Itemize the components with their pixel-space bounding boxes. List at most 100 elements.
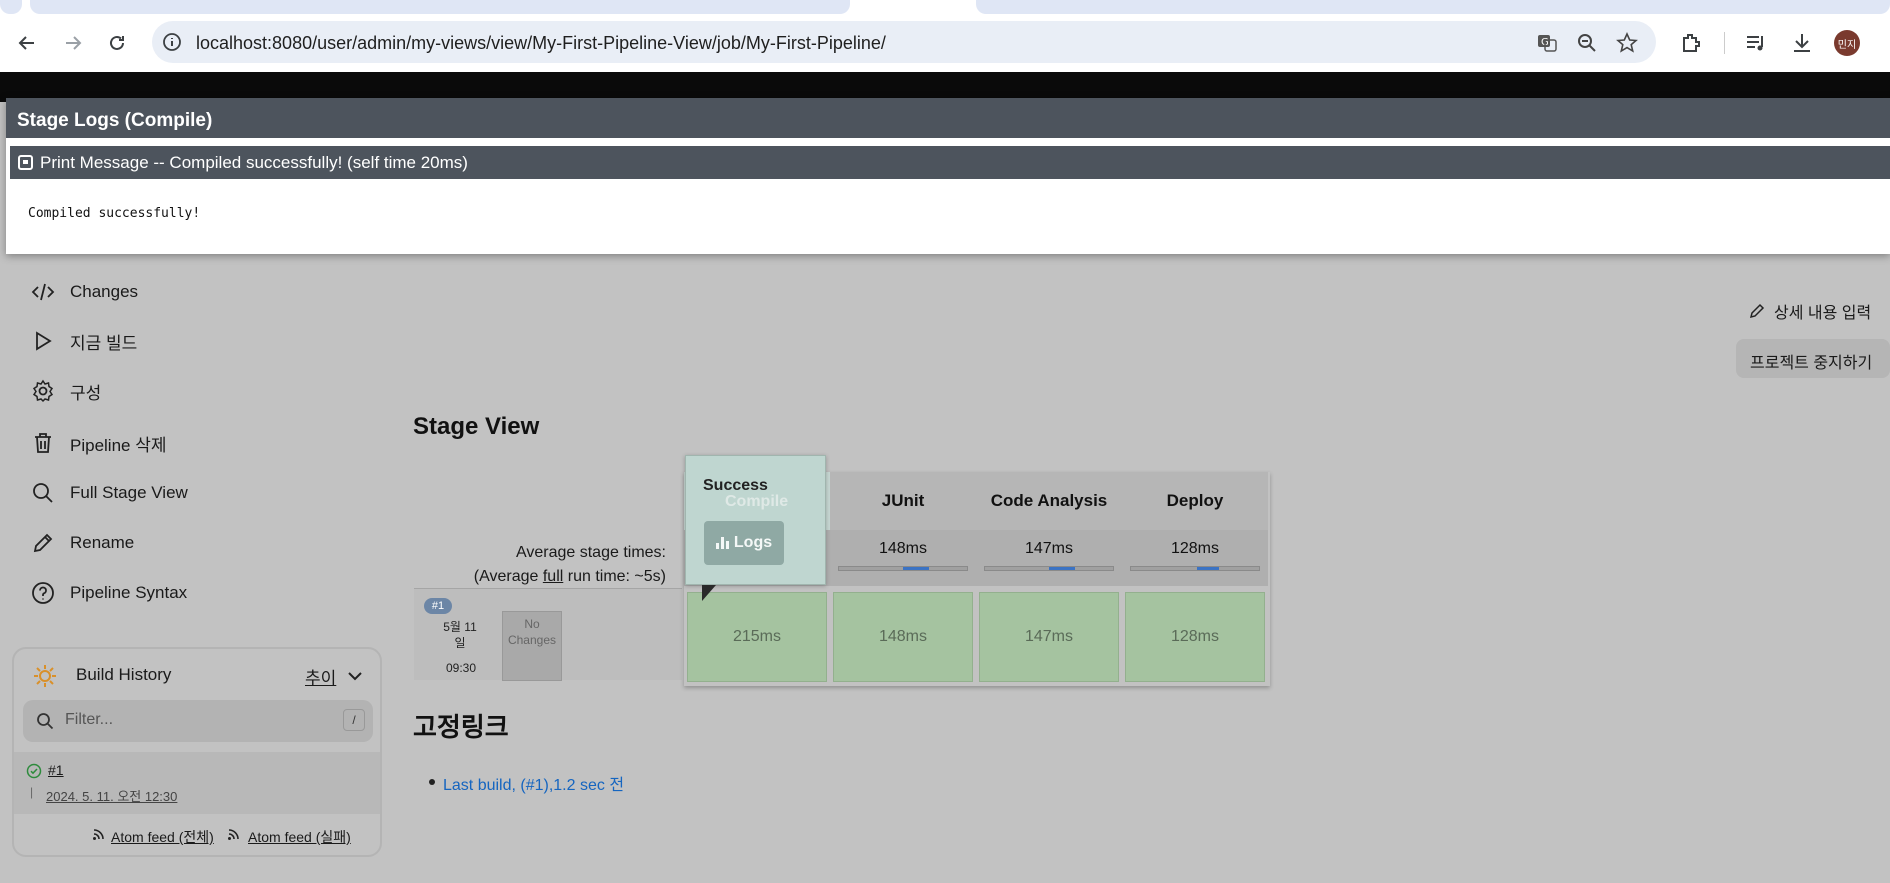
filter-shortcut: / — [343, 709, 365, 731]
stage-header: JUnit — [830, 472, 976, 530]
stage-average: 148ms — [830, 530, 976, 586]
average-stage-times: Average stage times: (Average full run t… — [474, 541, 666, 589]
sidebar-item-label: Rename — [70, 533, 135, 552]
filter-placeholder: Filter... — [65, 711, 114, 728]
full-run-link[interactable]: full — [543, 568, 563, 585]
reload-icon[interactable] — [102, 28, 132, 58]
chevron-down-icon[interactable] — [347, 669, 363, 683]
trend-link[interactable]: 추이 — [305, 664, 336, 689]
browser-tab[interactable] — [30, 0, 850, 14]
stage-avg-bar-fill — [1049, 567, 1075, 570]
edit-description-link[interactable]: 상세 내용 입력 — [1748, 299, 1871, 323]
stage-view-heading: Stage View — [413, 413, 540, 440]
sidebar-item-label: 지금 빌드 — [70, 333, 138, 353]
stage-average-value: 148ms — [878, 540, 928, 557]
stage-avg-bar — [984, 566, 1114, 571]
collapse-icon[interactable] — [18, 155, 33, 170]
browser-toolbar: localhost:8080/user/admin/my-views/view/… — [0, 14, 1890, 72]
stage-popover: Compile Success Logs — [685, 455, 826, 601]
build-history-panel: Build History 추이 Filter... / #1 | 2024. … — [12, 647, 382, 857]
profile-avatar[interactable]: 민지 — [1834, 30, 1860, 56]
avg-line-2-suffix: run time: ~5s) — [563, 568, 666, 585]
bookmark-star-icon[interactable] — [1616, 32, 1638, 54]
build-number-link[interactable]: #1 — [48, 762, 64, 778]
sidebar-item-changes[interactable]: Changes — [30, 277, 138, 307]
code-icon — [30, 279, 56, 305]
build-badge[interactable]: #1 — [424, 598, 452, 614]
browser-tab[interactable] — [976, 0, 1890, 14]
success-check-icon — [26, 763, 42, 779]
sidebar-item-build-now[interactable]: 지금 빌드 — [30, 326, 137, 356]
stage-column-junit: JUnit 148ms 148ms — [830, 472, 976, 686]
sidebar-item-configure[interactable]: 구성 — [30, 376, 101, 406]
build-history-title: Build History — [76, 665, 172, 684]
stage-header: Code Analysis — [976, 472, 1122, 530]
stage-logs-modal: Stage Logs (Compile) Print Message -- Co… — [6, 98, 1890, 254]
download-icon[interactable] — [1790, 31, 1814, 55]
gear-icon — [30, 378, 56, 404]
browser-tab[interactable] — [0, 0, 22, 14]
trash-icon — [30, 430, 56, 456]
stage-cell[interactable]: 128ms — [1125, 592, 1265, 682]
no-changes-cell: No Changes — [502, 611, 562, 681]
stage-avg-bar-fill — [1196, 567, 1219, 570]
translate-icon[interactable]: G — [1536, 32, 1558, 54]
log-output: Compiled successfully! — [28, 206, 201, 221]
rss-icon — [228, 829, 239, 840]
sidebar-item-full-stage-view[interactable]: Full Stage View — [30, 478, 188, 508]
stage-average: 128ms — [1122, 530, 1268, 586]
permalinks-heading: 고정링크 — [413, 712, 509, 742]
sidebar-item-rename[interactable]: Rename — [30, 528, 134, 558]
stage-column-code-analysis: Code Analysis 147ms 147ms — [976, 472, 1122, 686]
avg-line-2: (Average full run time: ~5s) — [474, 565, 666, 589]
build-history-row[interactable]: #1 | 2024. 5. 11. 오전 12:30 — [14, 752, 380, 814]
sidebar-item-label: Pipeline Syntax — [70, 583, 188, 602]
play-icon — [30, 328, 56, 354]
build-date-link[interactable]: 2024. 5. 11. 오전 12:30 — [46, 786, 177, 805]
media-control-icon[interactable] — [1744, 31, 1768, 55]
sidebar-item-delete-pipeline[interactable]: Pipeline 삭제 — [30, 428, 167, 458]
help-icon — [30, 580, 56, 606]
tab-strip — [0, 0, 1890, 14]
edit-description-label: 상세 내용 입력 — [1774, 305, 1872, 322]
permalink-last-build[interactable]: Last build, (#1),1.2 sec 전 — [428, 771, 624, 795]
modal-title: Stage Logs (Compile) — [6, 98, 1890, 142]
address-bar[interactable]: localhost:8080/user/admin/my-views/view/… — [152, 21, 1656, 63]
sidebar-item-label: Changes — [70, 282, 139, 301]
sidebar-item-label: Full Stage View — [70, 483, 188, 502]
zoom-icon[interactable] — [1576, 32, 1598, 54]
row-divider: | — [30, 785, 34, 799]
site-info-icon[interactable] — [162, 32, 182, 52]
build-filter-input[interactable]: Filter... / — [23, 700, 373, 742]
stage-cell[interactable]: 147ms — [979, 592, 1119, 682]
log-step-header[interactable]: Print Message -- Compiled successfully! … — [10, 146, 1890, 179]
toolbar-divider — [1724, 32, 1725, 54]
pencil-icon — [1749, 303, 1765, 319]
stage-avg-bar — [838, 566, 968, 571]
avg-line-2-prefix: (Average — [473, 568, 543, 585]
log-step-label: Print Message -- Compiled successfully! … — [40, 152, 468, 172]
sidebar-item-pipeline-syntax[interactable]: Pipeline Syntax — [30, 578, 187, 608]
pencil-icon — [30, 530, 56, 556]
back-icon[interactable] — [12, 28, 42, 58]
build-row[interactable]: #1 5월 11 일 09:30 No Changes — [414, 588, 682, 681]
forward-icon[interactable] — [58, 28, 88, 58]
popover-stage-name: Compile — [725, 493, 789, 510]
sidebar-item-label: 구성 — [70, 383, 102, 403]
stage-cell[interactable]: 215ms — [687, 592, 827, 682]
search-icon — [37, 713, 54, 730]
disable-project-button[interactable]: 프로젝트 중지하기 — [1736, 339, 1890, 378]
extensions-icon[interactable] — [1679, 31, 1703, 55]
logs-button[interactable]: Logs — [704, 521, 784, 565]
popover-status: Success — [703, 477, 768, 494]
stage-avg-bar-fill — [903, 567, 929, 570]
stage-cell[interactable]: 148ms — [833, 592, 973, 682]
popover-pointer — [702, 585, 716, 601]
stage-avg-bar — [1130, 566, 1260, 571]
logs-button-label: Logs — [733, 534, 773, 551]
atom-feed-all-link[interactable]: Atom feed (전체) — [111, 827, 214, 847]
rss-icon — [93, 829, 104, 840]
atom-feed-failed-link[interactable]: Atom feed (실패) — [248, 827, 351, 847]
url-text[interactable]: localhost:8080/user/admin/my-views/view/… — [196, 33, 886, 54]
sidebar-item-label: Pipeline 삭제 — [70, 435, 167, 455]
